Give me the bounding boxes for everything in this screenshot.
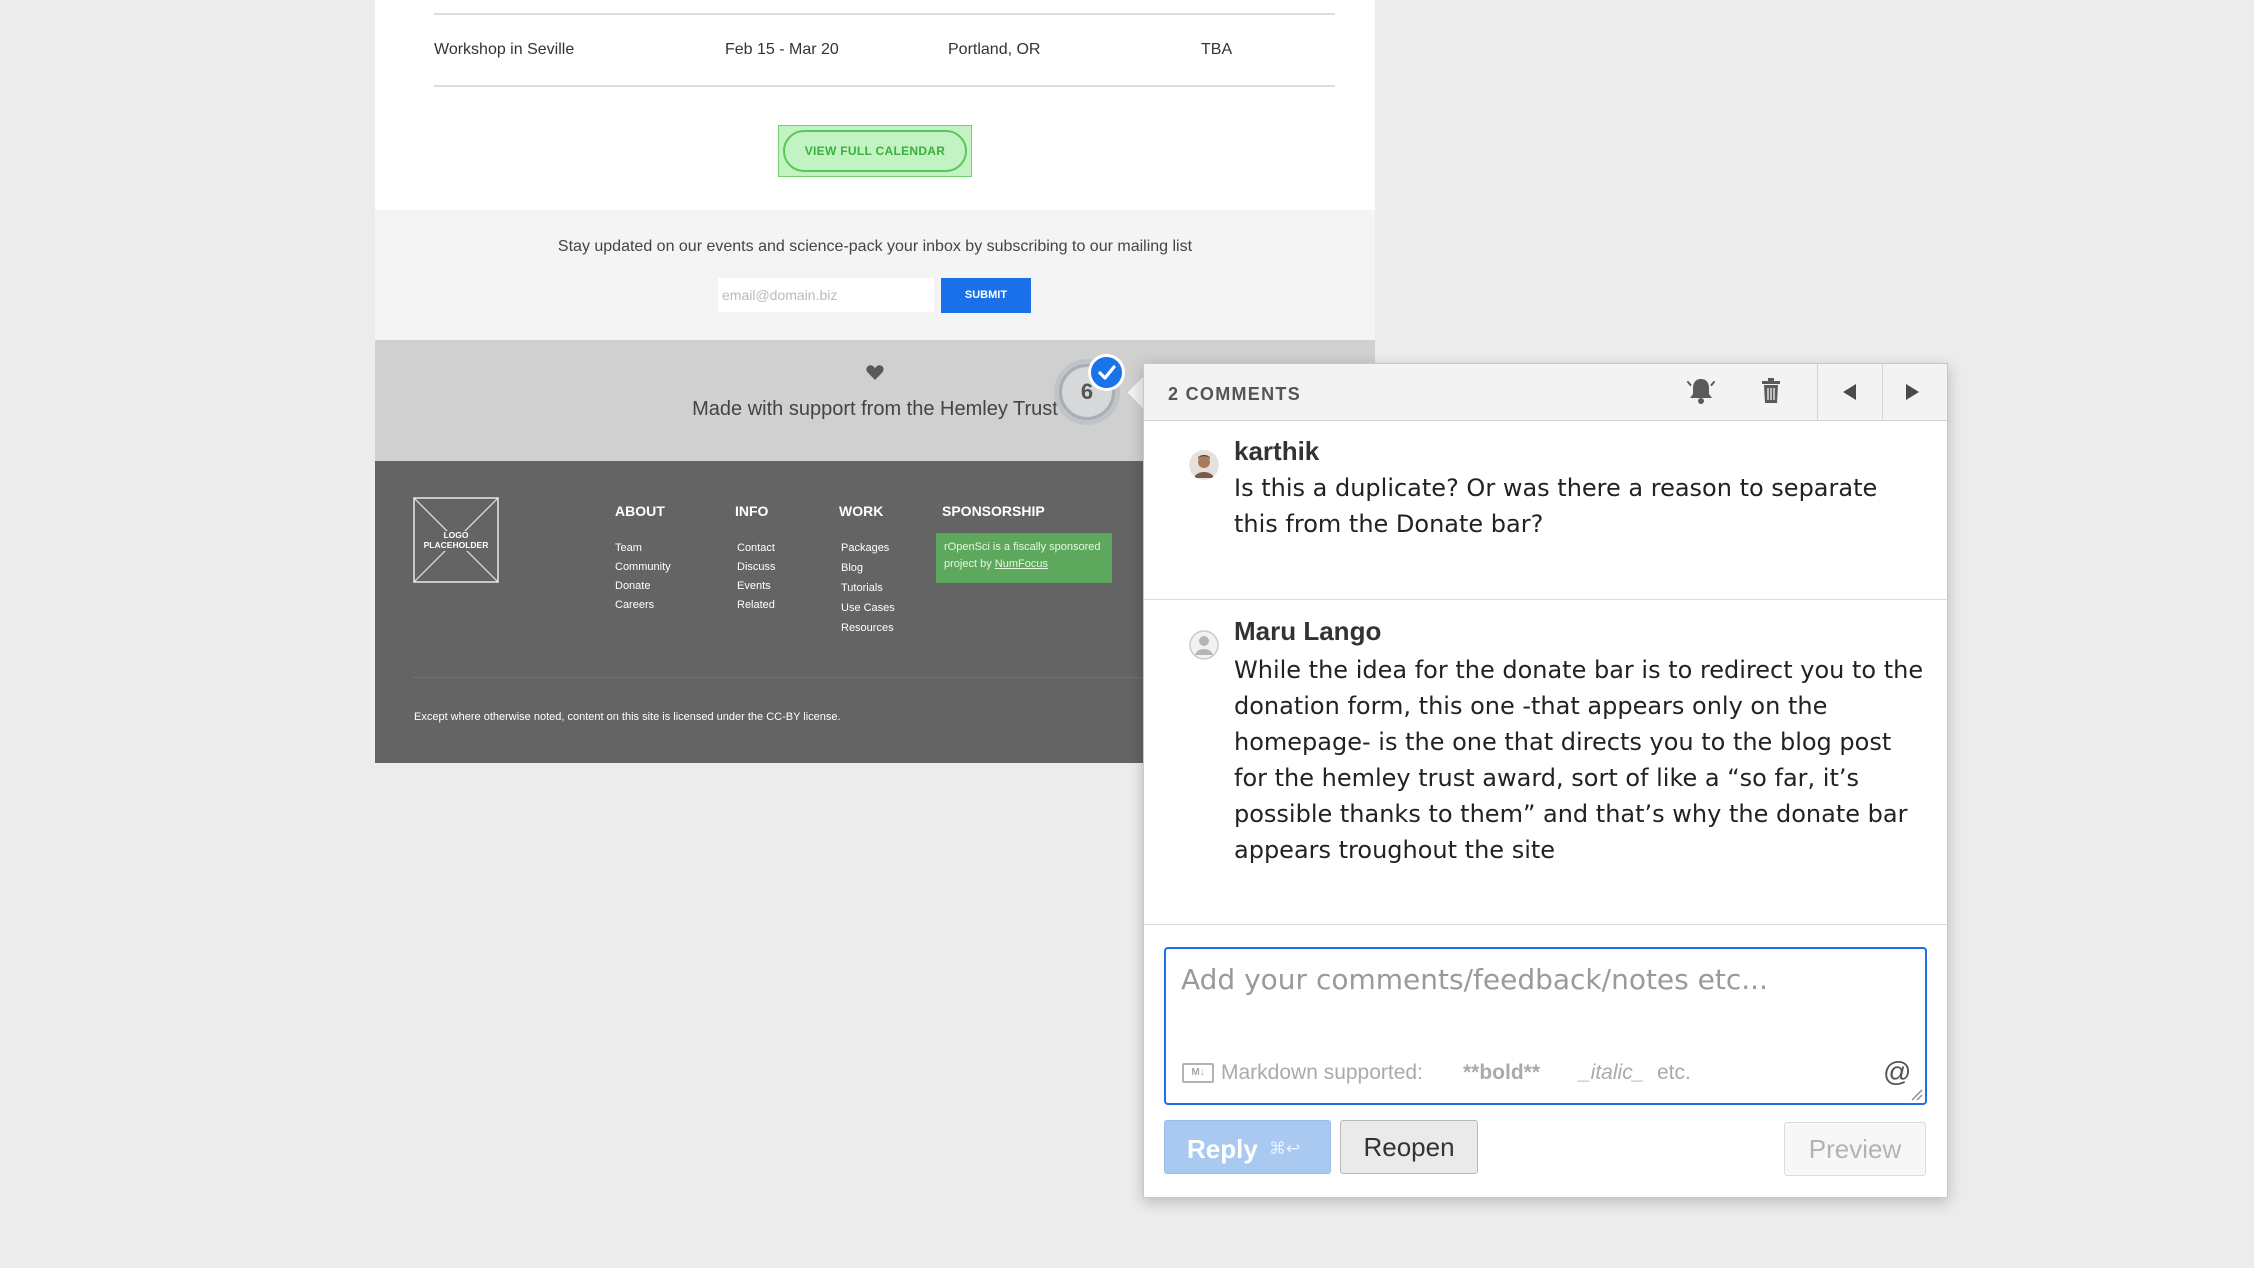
header-divider (1817, 364, 1818, 420)
events-divider (434, 85, 1335, 87)
reply-button[interactable]: Reply ⌘↩ (1164, 1120, 1331, 1174)
footer-divider (413, 677, 1173, 678)
prev-arrow-icon (1843, 384, 1856, 400)
comment-count: 2 COMMENTS (1168, 384, 1302, 404)
footer-link[interactable]: Tutorials (841, 579, 895, 599)
footer-link[interactable]: Blog (841, 559, 895, 579)
markdown-italic-example: _italic_ (1579, 1061, 1645, 1084)
footer-heading-about: ABOUT (615, 503, 665, 519)
avatar (1189, 630, 1219, 660)
comment-placeholder: Add your comments/feedback/notes etc... (1181, 963, 1768, 996)
markdown-hint: Markdown supported: (1221, 1061, 1423, 1084)
footer-heading-info: INFO (735, 503, 769, 519)
footer-link[interactable]: Team (615, 539, 671, 558)
footer-links-about: Team Community Donate Careers (615, 539, 671, 615)
panel-header: 2 COMMENTS (1144, 364, 1947, 421)
view-full-calendar-button[interactable]: VIEW FULL CALENDAR (783, 130, 967, 172)
support-text: Made with support from the Hemley Trust (692, 398, 1058, 420)
footer-link[interactable]: Related (737, 596, 776, 615)
trash-icon (1762, 378, 1780, 403)
avatar (1189, 450, 1219, 480)
delete-button[interactable] (1742, 364, 1800, 420)
footer-links-work: Packages Blog Tutorials Use Cases Resour… (841, 539, 895, 639)
footer-link[interactable]: Discuss (737, 558, 776, 577)
footer-heading-sponsorship: SPONSORSHIP (942, 503, 1045, 519)
comment-input[interactable]: Add your comments/feedback/notes etc... … (1164, 947, 1927, 1105)
next-comment-button[interactable] (1883, 364, 1941, 420)
markdown-icon: M↓ (1182, 1063, 1214, 1083)
logo-text: LOGO PLACEHOLDER (423, 530, 489, 550)
comment-author: Maru Lango (1234, 616, 1382, 646)
resolved-check-icon (1088, 354, 1125, 391)
comment-divider (1144, 924, 1947, 925)
license-text: Except where otherwise noted, content on… (414, 711, 841, 723)
submit-button[interactable]: SUBMIT (941, 278, 1031, 313)
footer-links-info: Contact Discuss Events Related (737, 539, 776, 615)
footer-link[interactable]: Contact (737, 539, 776, 558)
view-calendar-highlight: VIEW FULL CALENDAR (778, 125, 972, 177)
footer-link[interactable]: Donate (615, 577, 671, 596)
event-status: TBA (1201, 41, 1233, 58)
footer-heading-work: WORK (839, 503, 884, 519)
next-arrow-icon (1906, 384, 1919, 400)
footer-link[interactable]: Careers (615, 596, 671, 615)
footer-link[interactable]: Use Cases (841, 599, 895, 619)
footer-link[interactable]: Packages (841, 539, 895, 559)
event-location: Portland, OR (948, 41, 1041, 58)
comments-panel: 2 COMMENTS karthik Is this a duplicate? … (1143, 363, 1948, 1198)
comment-body: Is this a duplicate? Or was there a reas… (1234, 474, 1878, 538)
markdown-etc: etc. (1657, 1061, 1691, 1084)
numfocus-link[interactable]: NumFocus (995, 558, 1048, 570)
footer-link[interactable]: Resources (841, 619, 895, 639)
newsletter-section: Stay updated on our events and science-p… (375, 210, 1375, 340)
mention-icon[interactable]: @ (1883, 1056, 1911, 1088)
email-field[interactable]: email@domain.biz (718, 278, 934, 312)
events-section: Workshop in Seville Feb 15 - Mar 20 Port… (375, 0, 1375, 210)
comment-body: While the idea for the donate bar is to … (1234, 656, 1924, 864)
newsletter-text: Stay updated on our events and science-p… (557, 238, 1193, 255)
reply-label: Reply (1187, 1134, 1258, 1164)
bell-icon (1687, 379, 1715, 404)
events-divider (434, 13, 1335, 15)
comment-divider (1144, 599, 1947, 600)
reply-shortcut: ⌘↩ (1269, 1139, 1301, 1158)
reopen-button[interactable]: Reopen (1340, 1120, 1478, 1174)
event-name: Workshop in Seville (434, 41, 575, 58)
preview-button[interactable]: Preview (1784, 1122, 1926, 1176)
comment-author: karthik (1234, 436, 1320, 466)
heart-icon (866, 365, 884, 380)
sponsorship-box: rOpenSci is a fiscally sponsored project… (936, 533, 1112, 583)
footer-link[interactable]: Community (615, 558, 671, 577)
logo-placeholder: LOGO PLACEHOLDER (413, 497, 499, 583)
subscribe-button[interactable] (1672, 364, 1730, 420)
event-dates: Feb 15 - Mar 20 (725, 41, 839, 58)
markdown-bold-example: **bold** (1463, 1061, 1541, 1084)
footer-link[interactable]: Events (737, 577, 776, 596)
previous-comment-button[interactable] (1821, 364, 1879, 420)
resize-grip-icon[interactable] (1909, 1087, 1923, 1101)
